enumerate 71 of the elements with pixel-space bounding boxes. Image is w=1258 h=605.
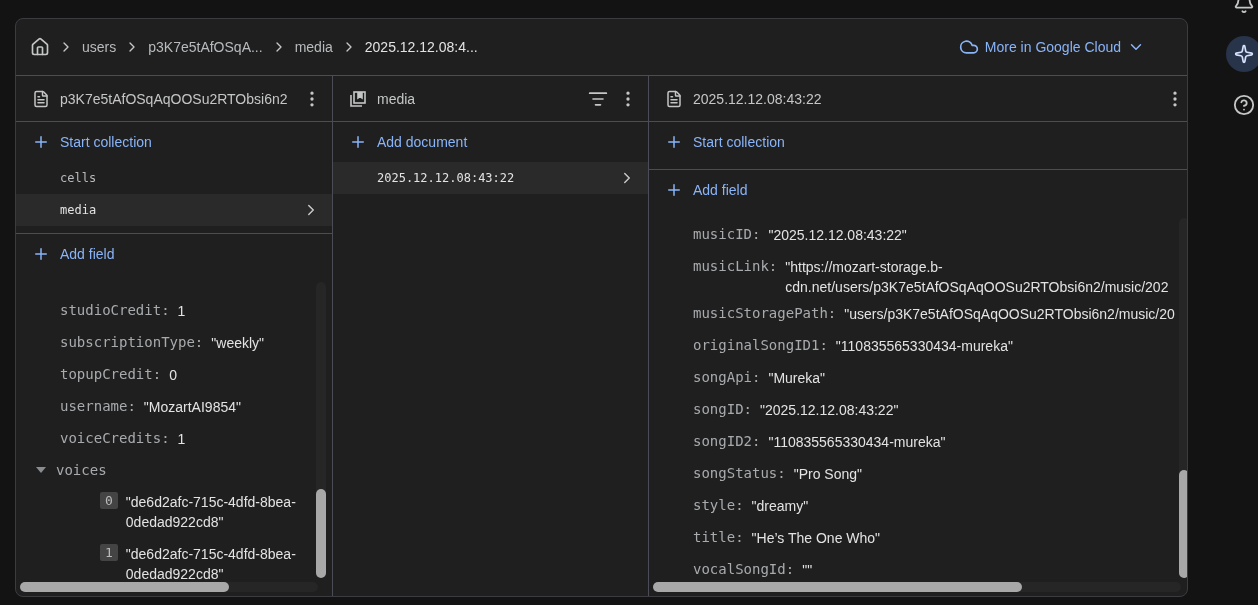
field-value: "MozartAI9854" xyxy=(143,398,241,417)
field-value: "weekly" xyxy=(211,334,265,353)
plus-icon xyxy=(349,133,367,151)
panel-title: p3K7e5tAfOSqAqOOSu2RTObsi6n2 xyxy=(60,90,289,107)
field-key: musicID: xyxy=(693,225,761,243)
plus-icon xyxy=(32,133,50,151)
field-key: username: xyxy=(60,397,136,415)
help-icon[interactable] xyxy=(1233,94,1255,116)
field-key: songStatus: xyxy=(693,464,786,482)
field-key: vocalSongId: xyxy=(693,560,795,578)
vertical-scrollbar[interactable] xyxy=(1178,218,1187,578)
field-value: "Pro Song" xyxy=(793,465,863,484)
array-index: 0 xyxy=(100,492,118,509)
breadcrumb-link[interactable]: p3K7e5tAfOSqA... xyxy=(148,39,263,55)
field-key: style: xyxy=(693,496,744,514)
field-key: songApi: xyxy=(693,368,761,386)
field-value: "110835565330434-mureka" xyxy=(768,433,946,452)
field-value: "https://mozart-storage.b-cdn.net/users/p3K7e5tAfOSqAqOOSu2RTObsi6n2/music/202 xyxy=(785,258,1170,297)
field-key: studioCredit: xyxy=(60,301,170,319)
field-key: voices xyxy=(56,461,107,479)
sparkle-icon xyxy=(1234,44,1254,64)
plus-icon xyxy=(32,245,50,263)
field-value: "110835565330434-mureka" xyxy=(835,337,1013,356)
field-key: songID2: xyxy=(693,432,761,450)
field-key: originalSongID1: xyxy=(693,336,828,354)
add-field-button[interactable]: Add field xyxy=(16,234,332,274)
document-icon xyxy=(32,89,50,108)
plus-icon xyxy=(665,133,683,151)
collection-item[interactable]: media xyxy=(16,194,332,226)
horizontal-scrollbar[interactable] xyxy=(653,582,1181,592)
add-document-button[interactable]: Add document xyxy=(333,122,648,162)
field-value: 1 xyxy=(177,302,186,321)
expand-triangle-icon[interactable] xyxy=(36,467,46,473)
field-value: "2025.12.12.08:43:22" xyxy=(760,401,899,420)
field-value: "2025.12.12.08:43:22" xyxy=(768,226,907,245)
breadcrumb-link[interactable]: media xyxy=(294,39,333,55)
breadcrumb-link[interactable]: users xyxy=(82,39,117,55)
document-item[interactable]: 2025.12.12.08:43:22 xyxy=(333,162,648,194)
field-value: "users/p3K7e5tAfOSqAqOOSu2RTObsi6n2/music/20 xyxy=(844,305,1175,324)
add-field-button[interactable]: Add field xyxy=(649,170,1187,210)
field-value: "He’s The One Who" xyxy=(751,529,881,548)
field-key: topupCredit: xyxy=(60,365,162,383)
panel-title: 2025.12.12.08:43:22 xyxy=(693,90,823,107)
panel-title: media xyxy=(377,90,417,107)
plus-icon xyxy=(665,181,683,199)
field-value: "Mureka" xyxy=(768,369,826,388)
array-index: 1 xyxy=(100,544,118,561)
collection-item[interactable]: cells xyxy=(16,162,332,194)
field-value: "dreamy" xyxy=(751,497,809,516)
field-value: 0 xyxy=(169,366,177,385)
field-value: "de6d2afc-715c-4dfd-8bea-0dedad922cd8" xyxy=(125,493,297,532)
field-key: songID: xyxy=(693,400,752,418)
vertical-scrollbar[interactable] xyxy=(316,282,326,578)
start-collection-button[interactable]: Start collection xyxy=(16,122,332,162)
google-cloud-button[interactable]: More in Google Cloud xyxy=(950,33,1153,61)
field-value: 1 xyxy=(177,430,186,449)
field-key: subscriptionType: xyxy=(60,333,204,351)
assistant-button[interactable] xyxy=(1226,36,1258,72)
field-key: title: xyxy=(693,528,744,546)
start-collection-button[interactable]: Start collection xyxy=(649,122,1187,162)
field-key: voiceCredits: xyxy=(60,429,170,447)
field-key: musicLink: xyxy=(693,257,778,275)
cloud-icon xyxy=(958,37,979,57)
field-value: "de6d2afc-715c-4dfd-8bea-0dedad922cd8" xyxy=(125,545,297,584)
horizontal-scrollbar[interactable] xyxy=(20,582,318,592)
field-value: "" xyxy=(802,561,813,580)
breadcrumb-link[interactable]: 2025.12.12.08:4... xyxy=(364,39,478,55)
collection-icon xyxy=(349,89,367,108)
document-icon xyxy=(665,89,683,108)
home-icon[interactable] xyxy=(30,37,50,57)
field-key: musicStoragePath: xyxy=(693,304,837,322)
